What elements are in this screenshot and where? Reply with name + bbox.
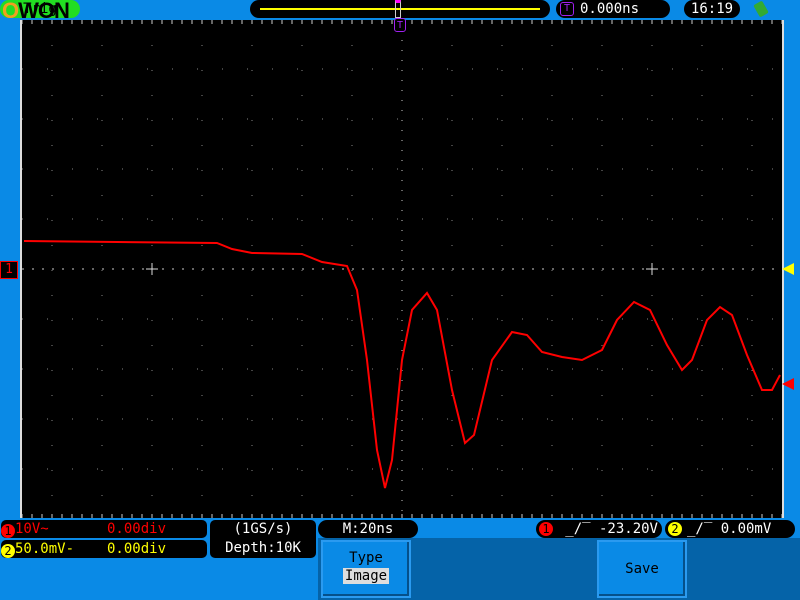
type-value: Image bbox=[342, 568, 390, 584]
trigger-position-readout: T 0.000ns bbox=[556, 0, 670, 18]
acquisition-info: (1GS/s) Depth:10K bbox=[210, 520, 316, 558]
rising-edge-icon: _/‾ bbox=[565, 521, 599, 537]
clock: 16:19 bbox=[684, 0, 740, 18]
rising-edge-icon: _/‾ bbox=[687, 521, 721, 537]
ch1-info[interactable]: 1 10V~ 0.00div bbox=[1, 520, 207, 538]
waveform-svg bbox=[21, 20, 783, 520]
ch2-icon: 2 bbox=[1, 544, 15, 558]
ch2-trigger-readout[interactable]: 2 _/‾ 0.00mV bbox=[665, 520, 795, 538]
ch1-trigger-level: -23.20V bbox=[598, 521, 658, 537]
crosshair-marker bbox=[146, 263, 158, 275]
trigger-time-marker[interactable]: T bbox=[394, 18, 406, 32]
trigger-icon: T bbox=[560, 2, 574, 16]
trigger-position-value: 0.000ns bbox=[580, 1, 640, 17]
ch2-trigger-level: 0.00mV bbox=[720, 521, 772, 537]
ch1-ground-marker[interactable]: 1 bbox=[0, 261, 18, 279]
waveform-display[interactable] bbox=[20, 20, 784, 520]
memory-depth: Depth:10K bbox=[225, 540, 301, 556]
ch1-trigger-icon: 1 bbox=[539, 522, 553, 536]
timebase-readout[interactable]: M:20ns bbox=[318, 520, 418, 538]
ch2-scale: 50.0mV- bbox=[15, 541, 75, 557]
memory-position-bar[interactable] bbox=[250, 0, 550, 18]
usb-icon bbox=[753, 0, 769, 18]
crosshair-marker bbox=[646, 263, 658, 275]
ch1-scale: 10V~ bbox=[15, 521, 49, 537]
save-button[interactable]: Save bbox=[597, 540, 687, 598]
ch1-offset: 0.00div bbox=[107, 521, 167, 537]
trigger-level-marker-ch2[interactable] bbox=[782, 263, 794, 275]
memory-window-handle[interactable] bbox=[395, 0, 401, 18]
ch1-icon: 1 bbox=[1, 524, 15, 538]
ch2-trigger-icon: 2 bbox=[668, 522, 682, 536]
type-label: Type bbox=[349, 550, 383, 566]
sample-rate: (1GS/s) bbox=[233, 521, 293, 537]
owon-logo: OWON bbox=[2, 0, 70, 23]
ch2-offset: 0.00div bbox=[107, 541, 167, 557]
type-button[interactable]: Type Image bbox=[321, 540, 411, 598]
trigger-level-marker-ch1[interactable] bbox=[782, 378, 794, 390]
ch1-trigger-readout[interactable]: 1 _/‾ -23.20V bbox=[536, 520, 662, 538]
ch2-info[interactable]: 2 50.0mV- 0.00div bbox=[1, 540, 207, 558]
